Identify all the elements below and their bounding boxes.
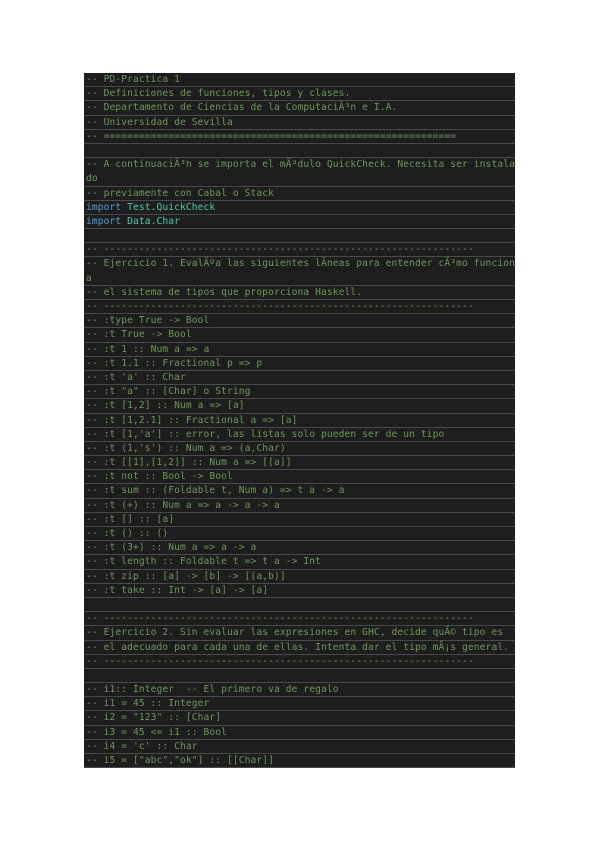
comment-line[interactable]: -- =====================================…	[84, 130, 515, 144]
comment-text: -- :t 'a' :: Char	[86, 371, 186, 383]
comment-line[interactable]: -- i1:: Integer -- El primero va de rega…	[84, 683, 515, 698]
comment-line[interactable]: -- -------------------------------------…	[84, 612, 515, 627]
comment-line[interactable]: -- i2 = "123" :: [Char]	[84, 711, 515, 726]
comment-line[interactable]: -- el sistema de tipos que proporciona H…	[84, 286, 515, 301]
comment-text: -- :t length :: Foldable t => t a -> Int	[86, 556, 322, 568]
blank-line[interactable]	[84, 144, 515, 159]
comment-line[interactable]: -- Ejercicio 1. EvalÃºa las siguientes l…	[84, 257, 515, 286]
comment-line[interactable]: -- :t length :: Foldable t => t a -> Int	[84, 555, 515, 570]
comment-text: -- :t [1,2.1] :: Fractional a => [a]	[86, 414, 298, 426]
import-line[interactable]: import Data.Char	[84, 215, 515, 230]
code-editor[interactable]: -- PD-Practica 1 -- Definiciones de funci…	[84, 73, 515, 769]
comment-text: -- :t (1,'s') :: Num a => (a,Char)	[86, 442, 286, 454]
comment-text: -- Ejercicio 2. Sin evaluar las expresio…	[86, 627, 504, 639]
comment-text: -- :type True -> Bool	[86, 315, 210, 327]
comment-text: -- i1:: Integer -- El primero va de rega…	[86, 684, 339, 696]
blank-line[interactable]	[84, 229, 515, 244]
comment-text: -- Ejercicio 1. EvalÃºa las siguientes l…	[86, 258, 515, 284]
comment-text: -- -------------------------------------…	[86, 244, 474, 256]
comment-text: -- A continuaciÃ³n se importa el mÃ³dulo…	[86, 159, 515, 185]
comment-text: -- :t [1,'a'] :: error, las listas solo …	[86, 428, 445, 440]
comment-text: -- -------------------------------------…	[86, 301, 474, 313]
blank-line[interactable]	[84, 598, 515, 613]
comment-line[interactable]: -- :t 'a' :: Char	[84, 371, 515, 386]
comment-line[interactable]: -- i1 = 45 :: Integer	[84, 697, 515, 712]
comment-line[interactable]: -- :t 1 :: Num a => a	[84, 343, 515, 357]
comment-text: -- i5 = ["abc","ok"] :: [[Char]]	[86, 755, 275, 767]
comment-text: -- Departamento de Ciencias de la Comput…	[86, 102, 398, 114]
comment-line[interactable]: -- i4 = 'c' :: Char	[84, 740, 515, 755]
comment-line[interactable]: -- el adecuado para cada una de ellas. I…	[84, 641, 515, 655]
comment-line[interactable]: -- -------------------------------------…	[84, 655, 515, 669]
comment-line[interactable]: -- :t [[1],[1,2]] :: Num a => [[a]]	[84, 456, 515, 471]
comment-text: -- el adecuado para cada una de ellas. I…	[86, 641, 510, 653]
import-line[interactable]: import Test.QuickCheck	[84, 201, 515, 215]
comment-line[interactable]: -- :t take :: Int -> [a] -> [a]	[84, 584, 515, 598]
comment-text: -- :t zip :: [a] -> [b] -> [(a,b)]	[86, 570, 286, 582]
comment-line[interactable]: -- :type True -> Bool	[84, 314, 515, 329]
comment-text: -- :t (3+) :: Num a => a -> a	[86, 542, 257, 554]
comment-text: -- Definiciones de funciones, tipos y cl…	[86, 88, 351, 100]
import-keyword: import	[86, 201, 122, 213]
comment-text: -- :t [[1],[1,2]] :: Num a => [[a]]	[86, 457, 292, 469]
comment-line[interactable]: -- :t [1,'a'] :: error, las listas solo …	[84, 428, 515, 442]
comment-text: -- :t [] :: [a]	[86, 513, 175, 525]
comment-text: -- -------------------------------------…	[86, 655, 474, 667]
comment-line[interactable]: -- i3 = 45 <= i1 :: Bool	[84, 726, 515, 740]
comment-text: -- :t 1 :: Num a => a	[86, 343, 210, 355]
comment-line[interactable]: -- :t True -> Bool	[84, 328, 515, 343]
comment-text: -- =====================================…	[86, 130, 457, 142]
comment-text: -- el sistema de tipos que proporciona H…	[86, 286, 363, 298]
comment-line[interactable]: -- A continuaciÃ³n se importa el mÃ³dulo…	[84, 158, 515, 187]
comment-line[interactable]: -- Departamento de Ciencias de la Comput…	[84, 101, 515, 116]
comment-text: -- Universidad de Sevilla	[86, 116, 233, 128]
comment-line[interactable]: -- :t 1.1 :: Fractional p => p	[84, 357, 515, 371]
module-name: Test.QuickCheck	[127, 201, 216, 213]
comment-line[interactable]: -- :t [1,2] :: Num a => [a]	[84, 399, 515, 414]
blank-line[interactable]	[84, 669, 515, 684]
comment-line[interactable]: -- :t (3+) :: Num a => a -> a	[84, 541, 515, 556]
comment-text: -- :t not :: Bool -> Bool	[86, 471, 233, 483]
comment-line[interactable]: -- Ejercicio 2. Sin evaluar las expresio…	[84, 626, 515, 641]
module-name: Data.Char	[127, 215, 181, 227]
comment-line[interactable]: -- :t () :: ()	[84, 527, 515, 542]
import-keyword: import	[86, 215, 122, 227]
comment-text: -- :t sum :: (Foldable t, Num a) => t a …	[86, 485, 345, 497]
comment-text: -- :t [1,2] :: Num a => [a]	[86, 400, 245, 412]
comment-line[interactable]: -- :t "a" :: [Char] o String	[84, 385, 515, 400]
comment-line[interactable]: -- Definiciones de funciones, tipos y cl…	[84, 87, 515, 102]
comment-line[interactable]: -- i5 = ["abc","ok"] :: [[Char]]	[84, 754, 515, 769]
comment-line[interactable]: -- -------------------------------------…	[84, 300, 515, 315]
comment-line[interactable]: -- :t [1,2.1] :: Fractional a => [a]	[84, 414, 515, 428]
comment-text: -- :t () :: ()	[86, 528, 169, 540]
comment-line[interactable]: -- :t zip :: [a] -> [b] -> [(a,b)]	[84, 570, 515, 584]
comment-line[interactable]: -- :t (+) :: Num a => a -> a -> a	[84, 499, 515, 513]
comment-line[interactable]: -- :t [] :: [a]	[84, 513, 515, 528]
comment-text: -- i4 = 'c' :: Char	[86, 740, 198, 752]
comment-line[interactable]: -- previamente con Cabal o Stack	[84, 187, 515, 201]
comment-text: -- -------------------------------------…	[86, 613, 474, 625]
comment-text: -- :t (+) :: Num a => a -> a -> a	[86, 499, 280, 511]
comment-line[interactable]: -- Universidad de Sevilla	[84, 116, 515, 130]
comment-text: -- :t "a" :: [Char] o String	[86, 386, 251, 398]
comment-text: -- :t True -> Bool	[86, 329, 192, 341]
comment-text: -- previamente con Cabal o Stack	[86, 187, 275, 199]
comment-line[interactable]: -- :t sum :: (Foldable t, Num a) => t a …	[84, 484, 515, 499]
comment-text: -- i1 = 45 :: Integer	[86, 698, 210, 710]
comment-text: -- i3 = 45 <= i1 :: Bool	[86, 726, 228, 738]
comment-line[interactable]: -- :t (1,'s') :: Num a => (a,Char)	[84, 442, 515, 457]
comment-line[interactable]: -- PD-Practica 1	[84, 73, 515, 88]
comment-line[interactable]: -- -------------------------------------…	[84, 243, 515, 258]
comment-text: -- :t 1.1 :: Fractional p => p	[86, 357, 263, 369]
comment-text: -- i2 = "123" :: [Char]	[86, 712, 222, 724]
comment-text: -- PD-Practica 1	[86, 74, 181, 85]
comment-text: -- :t take :: Int -> [a] -> [a]	[86, 584, 269, 596]
comment-line[interactable]: -- :t not :: Bool -> Bool	[84, 470, 515, 485]
